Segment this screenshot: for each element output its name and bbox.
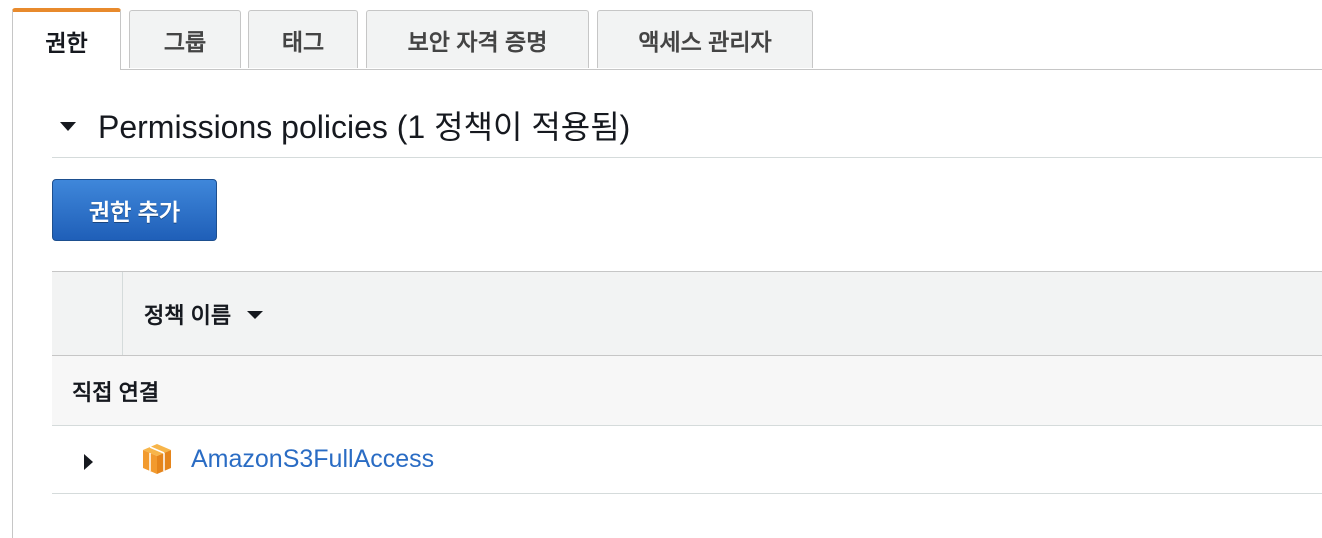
column-header-policy-name[interactable]: 정책 이름 bbox=[144, 272, 264, 355]
add-permissions-button[interactable]: 권한 추가 bbox=[52, 179, 217, 241]
section-divider bbox=[52, 157, 1322, 158]
tab-groups[interactable]: 그룹 bbox=[129, 10, 241, 68]
policy-name-link[interactable]: AmazonS3FullAccess bbox=[191, 426, 434, 493]
panel-left-border bbox=[12, 70, 13, 538]
caret-down-icon bbox=[60, 121, 76, 131]
section-title: Permissions policies (1 정책이 적용됨) bbox=[98, 109, 631, 145]
sort-caret-down-icon[interactable] bbox=[247, 311, 264, 319]
tab-tags[interactable]: 태그 bbox=[248, 10, 358, 68]
table-header: 정책 이름 bbox=[52, 271, 1322, 356]
group-label: 직접 연결 bbox=[72, 379, 160, 405]
tab-bar: 권한 그룹 태그 보안 자격 증명 액세스 관리자 bbox=[12, 8, 1322, 70]
tab-access-advisor[interactable]: 액세스 관리자 bbox=[597, 10, 813, 68]
tab-permissions[interactable]: 권한 bbox=[12, 8, 121, 70]
expand-caret-right-icon[interactable] bbox=[84, 454, 93, 470]
column-separator bbox=[122, 272, 123, 355]
column-header-label: 정책 이름 bbox=[144, 302, 232, 328]
policies-table: 정책 이름 직접 연결 AmazonS3FullAccess bbox=[52, 271, 1322, 494]
tab-security-credentials[interactable]: 보안 자격 증명 bbox=[366, 10, 589, 68]
tab-bar-divider bbox=[121, 69, 1322, 70]
aws-managed-policy-box-icon bbox=[143, 444, 171, 474]
group-row-direct-attached: 직접 연결 bbox=[52, 356, 1322, 426]
permissions-policies-header[interactable]: Permissions policies (1 정책이 적용됨) bbox=[60, 102, 630, 148]
table-row: AmazonS3FullAccess bbox=[52, 426, 1322, 494]
iam-permissions-panel: 권한 그룹 태그 보안 자격 증명 액세스 관리자 Permissions po… bbox=[0, 0, 1322, 538]
